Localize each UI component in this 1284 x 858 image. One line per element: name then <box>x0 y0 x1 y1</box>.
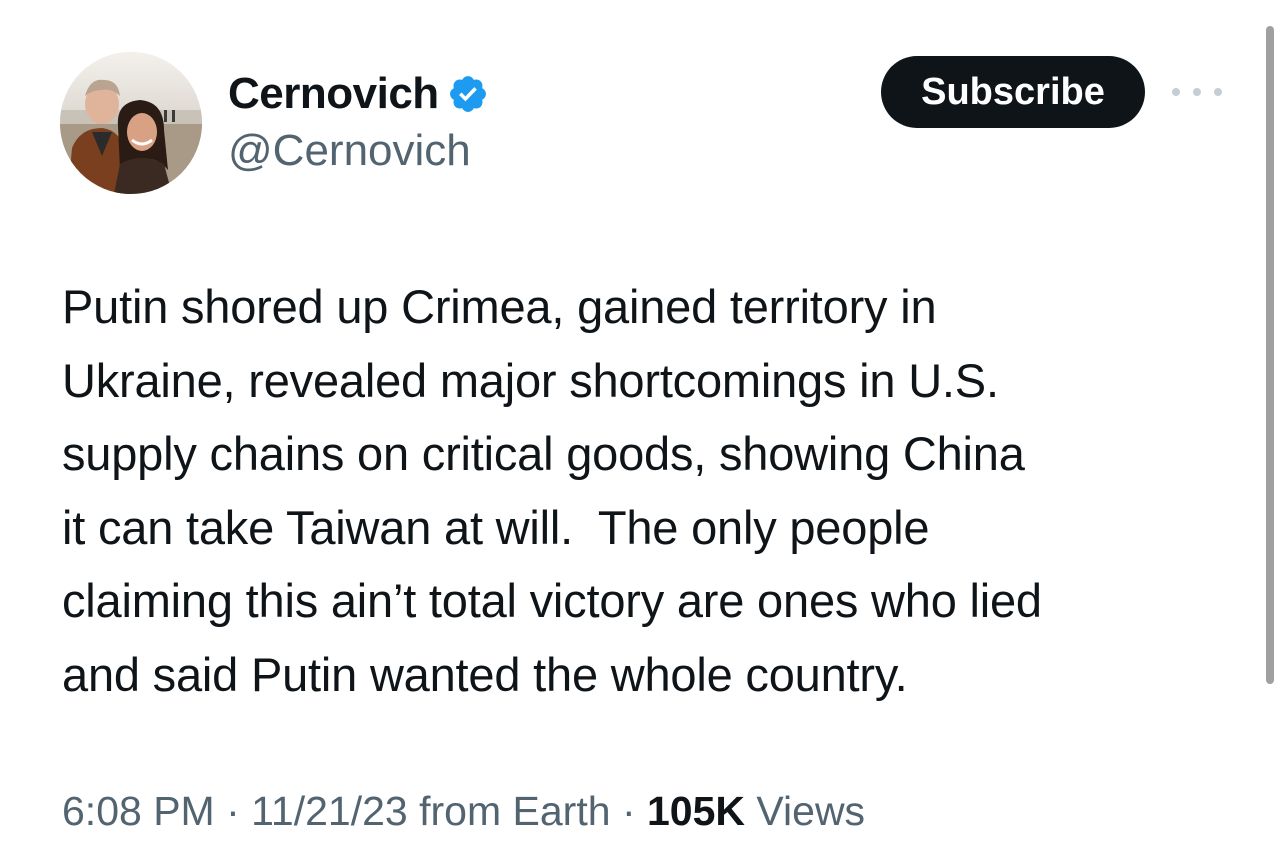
display-name[interactable]: Cernovich <box>228 69 439 119</box>
tweet-source: from Earth <box>419 788 611 834</box>
tweet-time[interactable]: 6:08 PM <box>62 788 215 834</box>
meta-separator: · <box>621 788 636 834</box>
avatar[interactable] <box>60 52 202 194</box>
subscribe-button[interactable]: Subscribe <box>881 56 1145 128</box>
tweet-date[interactable]: 11/21/23 <box>251 788 408 834</box>
views-label: Views <box>756 788 866 834</box>
tweet-text: Putin shored up Crimea, gained territory… <box>62 280 1042 701</box>
meta-separator: · <box>226 788 240 834</box>
avatar-photo <box>60 52 202 194</box>
verified-badge-icon[interactable] <box>447 73 489 115</box>
tweet-detail: Cernovich @Cernovich Subscribe Putin sho… <box>0 0 1284 858</box>
more-dot <box>1214 88 1222 96</box>
scrollbar[interactable] <box>1266 26 1274 684</box>
more-horizontal-icon[interactable] <box>1172 80 1222 104</box>
tweet-metadata: 6:08 PM · 11/21/23 from Earth · 105K Vie… <box>62 788 865 835</box>
author-name-row: Cernovich <box>228 66 489 122</box>
views-count[interactable]: 105K <box>647 788 745 834</box>
more-dot <box>1193 88 1201 96</box>
author-handle[interactable]: @Cernovich <box>228 126 471 176</box>
more-dot <box>1172 88 1180 96</box>
